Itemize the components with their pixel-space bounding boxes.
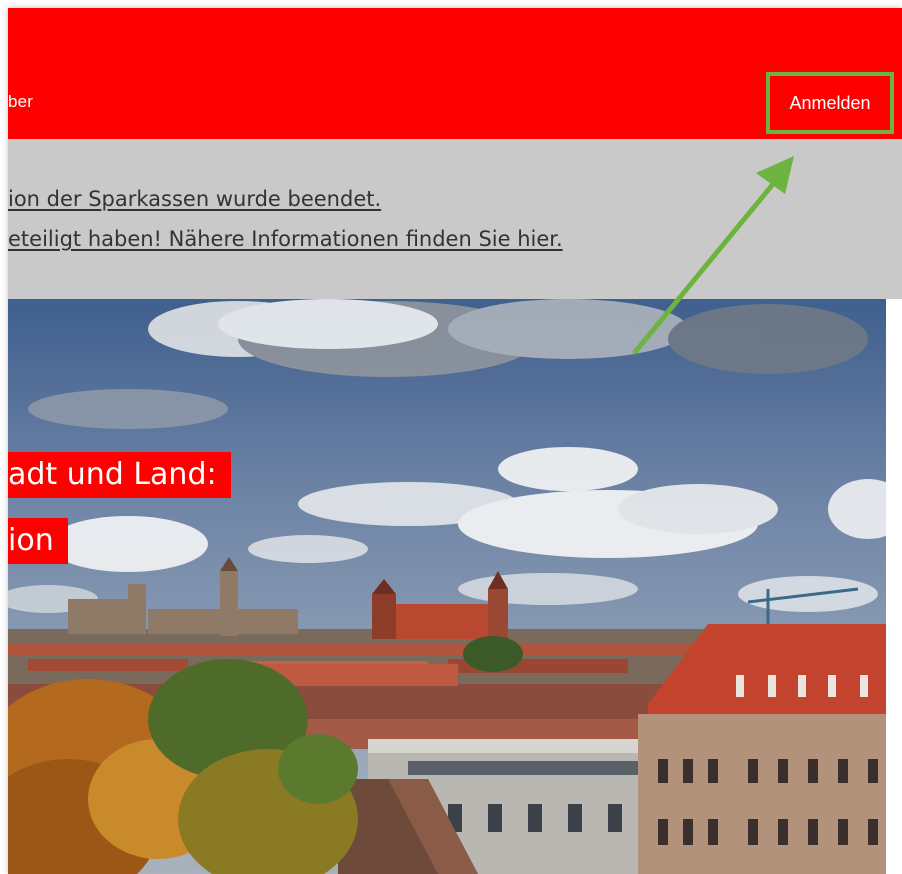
notice-banner: ion der Sparkassen wurde beendet. eteili… — [8, 139, 902, 299]
login-button[interactable]: Anmelden — [766, 72, 894, 134]
hero-headline-line-1: adt und Land: — [8, 452, 231, 498]
city-skyline-illustration — [8, 299, 886, 874]
site-header: ber Anmelden — [8, 8, 902, 139]
hero-headline-line-2: ion — [8, 518, 68, 564]
notice-link-line-2[interactable]: eteiligt haben! Nähere Informationen fin… — [8, 227, 563, 251]
nav-link-partial[interactable]: ber — [8, 92, 33, 112]
browser-viewport: ber Anmelden ion der Sparkassen wurde be… — [8, 8, 902, 874]
notice-link-line-1[interactable]: ion der Sparkassen wurde beendet. — [8, 187, 381, 211]
hero-image: adt und Land: ion — [8, 299, 886, 874]
